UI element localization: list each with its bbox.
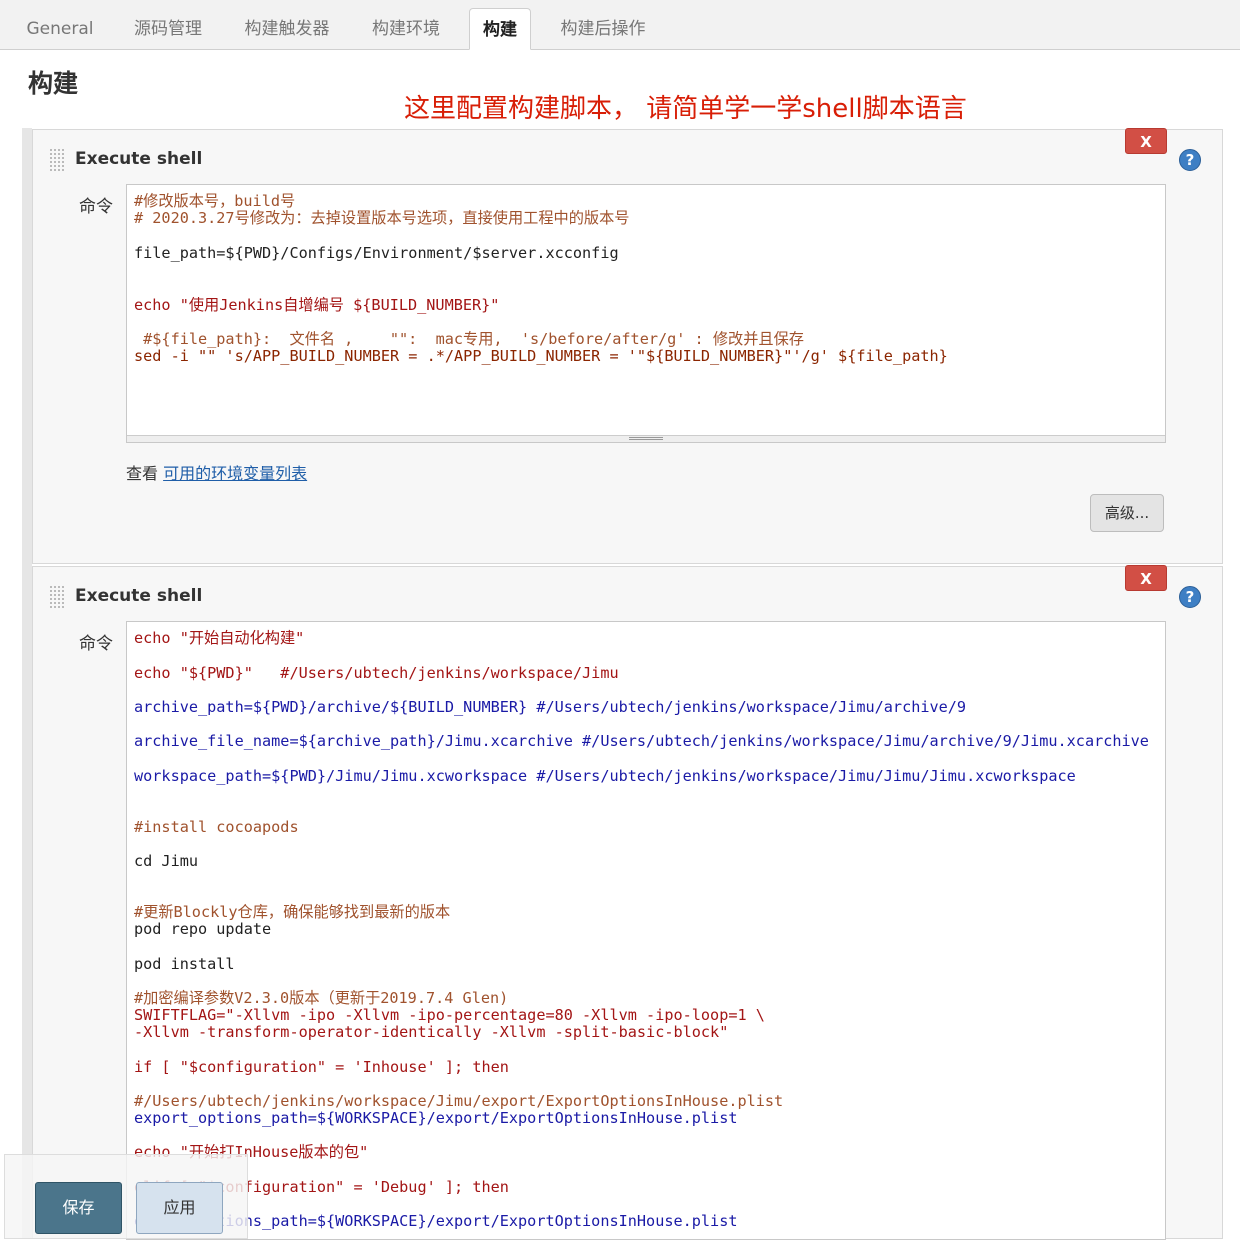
code-line: workspace_path=${PWD}/Jimu/Jimu.xcworksp… bbox=[134, 767, 1076, 785]
tab-post-build-actions[interactable]: 构建后操作 bbox=[548, 8, 658, 50]
form-action-bar: 保存 应用 bbox=[4, 1154, 248, 1239]
editor-resize-handle[interactable] bbox=[127, 435, 1165, 442]
code-line: SWIFTFLAG="-Xllvm -ipo -Xllvm -ipo-perce… bbox=[134, 1006, 765, 1024]
delete-step-button[interactable]: X bbox=[1125, 128, 1167, 154]
code-line: file_path=${PWD}/Configs/Environment/$se… bbox=[134, 244, 619, 262]
drag-handle-icon[interactable] bbox=[49, 148, 64, 172]
env-vars-link[interactable]: 可用的环境变量列表 bbox=[163, 464, 307, 483]
code-line: archive_file_name=${archive_path}/Jimu.x… bbox=[134, 732, 1149, 750]
code-line: #${file_path}: 文件名 , "": mac专用, 's/befor… bbox=[134, 330, 804, 348]
step-title: Execute shell bbox=[75, 586, 203, 606]
section-title: 构建 bbox=[28, 69, 79, 98]
code-line: pod install bbox=[134, 955, 235, 973]
build-step-2: Execute shell X ? 命令 echo "开始自动化构建" echo… bbox=[32, 565, 1223, 1240]
tab-source-control[interactable]: 源码管理 bbox=[122, 8, 214, 50]
tab-build-environment[interactable]: 构建环境 bbox=[360, 8, 452, 50]
drag-handle-icon[interactable] bbox=[49, 585, 64, 609]
code-line: #install cocoapods bbox=[134, 818, 299, 836]
help-icon[interactable]: ? bbox=[1179, 149, 1201, 171]
build-step-1: Execute shell X ? 命令 #修改版本号，build号 # 202… bbox=[32, 128, 1223, 564]
code-line: -Xllvm -transform-operator-identically -… bbox=[134, 1023, 729, 1041]
code-line: echo "开始自动化构建" bbox=[134, 629, 305, 647]
command-editor[interactable]: echo "开始自动化构建" echo "${PWD}" #/Users/ubt… bbox=[126, 621, 1166, 1240]
code-line: #更新Blockly仓库，确保能够找到最新的版本 bbox=[134, 903, 451, 921]
env-vars-hint: 查看 可用的环境变量列表 bbox=[126, 460, 307, 484]
code-line: echo "使用Jenkins自增编号 ${BUILD_NUMBER}" bbox=[134, 296, 500, 314]
code-line: # 2020.3.27号修改为：去掉设置版本号选项，直接使用工程中的版本号 bbox=[134, 209, 630, 227]
tab-build[interactable]: 构建 bbox=[469, 8, 531, 50]
step-title: Execute shell bbox=[75, 149, 203, 169]
code-line: #/Users/ubtech/jenkins/workspace/Jimu/ex… bbox=[134, 1092, 784, 1110]
help-icon[interactable]: ? bbox=[1179, 586, 1201, 608]
code-line: export_options_path=${WORKSPACE}/export/… bbox=[134, 1109, 738, 1127]
annotation-text: 这里配置构建脚本， 请简单学一学shell脚本语言 bbox=[404, 94, 967, 124]
code-line: echo "${PWD}" #/Users/ubtech/jenkins/wor… bbox=[134, 664, 619, 682]
tab-general[interactable]: General bbox=[14, 8, 106, 50]
code-line: #加密编译参数V2.3.0版本（更新于2019.7.4 Glen) bbox=[134, 989, 509, 1007]
code-line: if [ "$configuration" = 'Inhouse' ]; the… bbox=[134, 1058, 509, 1076]
command-label: 命令 bbox=[79, 634, 113, 654]
command-editor[interactable]: #修改版本号，build号 # 2020.3.27号修改为：去掉设置版本号选项，… bbox=[126, 184, 1166, 443]
code-line: archive_path=${PWD}/archive/${BUILD_NUMB… bbox=[134, 698, 967, 716]
grip-icon bbox=[629, 437, 663, 440]
delete-step-button[interactable]: X bbox=[1125, 565, 1167, 591]
env-prefix: 查看 bbox=[126, 464, 159, 483]
tab-build-triggers[interactable]: 构建触发器 bbox=[232, 8, 342, 50]
code-line: #修改版本号，build号 bbox=[134, 192, 296, 210]
code-line: pod repo update bbox=[134, 920, 272, 938]
config-tab-bar: General 源码管理 构建触发器 构建环境 构建 构建后操作 bbox=[0, 0, 1240, 50]
apply-button[interactable]: 应用 bbox=[136, 1182, 223, 1234]
section-rail bbox=[22, 128, 32, 1239]
save-button[interactable]: 保存 bbox=[35, 1182, 122, 1234]
command-label: 命令 bbox=[79, 197, 113, 217]
code-line: sed -i "" 's/APP_BUILD_NUMBER = .*/APP_B… bbox=[134, 347, 948, 365]
advanced-button[interactable]: 高级... bbox=[1090, 494, 1164, 532]
code-line: cd Jimu bbox=[134, 852, 199, 870]
